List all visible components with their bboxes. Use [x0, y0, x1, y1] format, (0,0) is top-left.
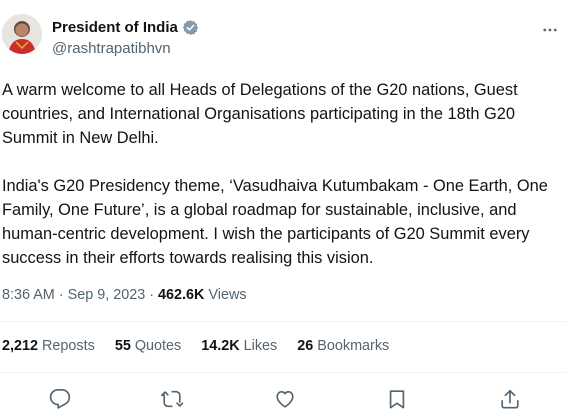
tweet-date[interactable]: Sep 9, 2023: [68, 287, 146, 303]
verified-badge-icon: [182, 19, 199, 36]
divider: [0, 321, 566, 322]
stat-count: 2,212: [2, 338, 39, 354]
reply-icon[interactable]: [47, 386, 73, 412]
engagement-stats: 2,212 Reposts 55 Quotes 14.2K Likes 26 B…: [2, 338, 409, 354]
bookmarks-stat[interactable]: 26 Bookmarks: [297, 338, 389, 354]
tweet-text: A warm welcome to all Heads of Delegatio…: [2, 78, 562, 270]
views-label: Views: [208, 287, 247, 303]
tweet-header: President of India @rashtrapatibhvn: [0, 0, 566, 70]
stat-label: Reposts: [42, 338, 95, 354]
tweet-meta: 8:36 AM · Sep 9, 2023 · 462.6K Views: [2, 287, 247, 303]
author-name[interactable]: President of India: [52, 19, 178, 36]
divider: [0, 372, 566, 373]
tweet-time[interactable]: 8:36 AM: [2, 287, 55, 303]
stat-count: 14.2K: [201, 338, 240, 354]
stat-count: 26: [297, 338, 314, 354]
like-icon[interactable]: [272, 386, 298, 412]
views-count: 462.6K: [158, 287, 205, 303]
stat-label: Quotes: [134, 338, 182, 354]
stat-count: 55: [114, 338, 131, 354]
tweet-paragraph: A warm welcome to all Heads of Delegatio…: [2, 81, 518, 147]
quotes-stat[interactable]: 55 Quotes: [115, 338, 181, 354]
bookmark-icon[interactable]: [384, 386, 410, 412]
avatar[interactable]: [2, 14, 42, 54]
tweet-paragraph: India's G20 Presidency theme, ‘Vasudhaiv…: [2, 177, 548, 267]
tweet-actions: [0, 384, 566, 414]
reposts-stat[interactable]: 2,212 Reposts: [2, 338, 95, 354]
repost-icon[interactable]: [159, 386, 185, 412]
stat-label: Bookmarks: [317, 338, 390, 354]
author-name-row[interactable]: President of India: [52, 19, 199, 36]
meta-separator: ·: [58, 287, 64, 303]
meta-separator: ·: [149, 287, 155, 303]
stat-label: Likes: [243, 338, 278, 354]
likes-stat[interactable]: 14.2K Likes: [201, 338, 277, 354]
author-handle[interactable]: @rashtrapatibhvn: [52, 40, 171, 57]
share-icon[interactable]: [497, 386, 523, 412]
more-options-icon[interactable]: [538, 18, 562, 42]
